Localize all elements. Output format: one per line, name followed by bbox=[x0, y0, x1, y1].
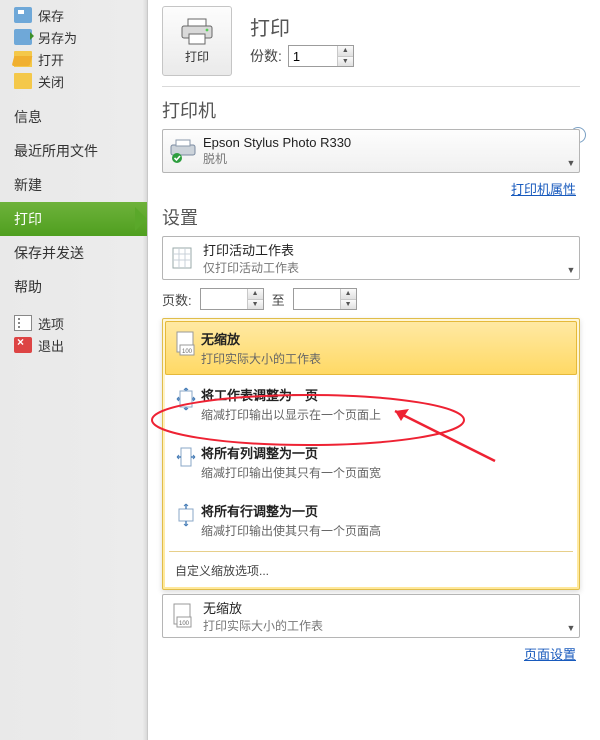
sheets-combo-desc: 仅打印活动工作表 bbox=[203, 259, 563, 276]
page-100-icon: 100 bbox=[172, 603, 194, 629]
pages-to-spinner[interactable]: ▲▼ bbox=[293, 288, 357, 310]
scaling-option-title: 将所有行调整为一页 bbox=[201, 501, 571, 520]
spinner-up-icon[interactable]: ▲ bbox=[341, 289, 356, 300]
copies-input[interactable] bbox=[289, 46, 337, 66]
nav-label: 信息 bbox=[14, 107, 42, 127]
scaling-option-desc: 缩减打印输出使其只有一个页面高 bbox=[201, 522, 571, 539]
chevron-down-icon[interactable]: ▼ bbox=[563, 623, 579, 637]
svg-text:100: 100 bbox=[179, 621, 190, 627]
print-pane: 打印 打印 份数: ▲ ▼ 打印机 i bbox=[148, 0, 600, 740]
nav-label: 打开 bbox=[38, 50, 64, 69]
nav-help[interactable]: 帮助 bbox=[0, 270, 147, 304]
spinner-down-icon[interactable]: ▼ bbox=[338, 57, 353, 67]
nav-label: 保存 bbox=[38, 6, 64, 25]
nav-close[interactable]: 关闭 bbox=[0, 70, 147, 92]
printer-properties-link[interactable]: 打印机属性 bbox=[162, 179, 576, 198]
nav-label: 关闭 bbox=[38, 72, 64, 91]
nav-save-send[interactable]: 保存并发送 bbox=[0, 236, 147, 270]
fit-columns-icon bbox=[174, 445, 198, 471]
pages-from-input[interactable] bbox=[201, 289, 247, 309]
scaling-option-title: 将所有列调整为一页 bbox=[201, 443, 571, 462]
settings-section-title: 设置 bbox=[162, 204, 600, 230]
sheets-icon bbox=[170, 245, 196, 271]
nav-label: 新建 bbox=[14, 175, 42, 195]
options-icon bbox=[14, 315, 32, 331]
scaling-dropdown: 100 无缩放 打印实际大小的工作表 将工作表调整为一页 缩减打印输出以显示在一… bbox=[162, 318, 580, 590]
scaling-option-desc: 缩减打印输出以显示在一个页面上 bbox=[201, 406, 571, 423]
pages-label: 页数: bbox=[162, 290, 192, 309]
backstage-nav: 保存 另存为 打开 关闭 信息 最近所用文件 新建 打印 保存并发送 bbox=[0, 0, 148, 740]
print-sheets-combo[interactable]: 打印活动工作表 仅打印活动工作表 ▼ bbox=[162, 236, 580, 280]
spinner-up-icon[interactable]: ▲ bbox=[248, 289, 263, 300]
printer-name: Epson Stylus Photo R330 bbox=[203, 135, 563, 150]
fit-rows-icon bbox=[174, 503, 198, 529]
svg-text:100: 100 bbox=[182, 349, 193, 355]
nav-options[interactable]: 选项 bbox=[0, 312, 147, 334]
close-icon bbox=[14, 73, 32, 89]
save-icon bbox=[14, 7, 32, 23]
nav-label: 帮助 bbox=[14, 277, 42, 297]
nav-print[interactable]: 打印 bbox=[0, 202, 147, 236]
scaling-option-fit-rows[interactable]: 将所有行调整为一页 缩减打印输出使其只有一个页面高 bbox=[165, 491, 577, 549]
nav-save-as[interactable]: 另存为 bbox=[0, 26, 147, 48]
printer-section-title: 打印机 bbox=[162, 97, 600, 123]
scaling-option-fit-columns[interactable]: 将所有列调整为一页 缩减打印输出使其只有一个页面宽 bbox=[165, 433, 577, 491]
save-as-icon bbox=[14, 29, 32, 45]
scaling-current-desc: 打印实际大小的工作表 bbox=[203, 617, 563, 634]
scaling-option-title: 将工作表调整为一页 bbox=[201, 385, 571, 404]
nav-label: 保存并发送 bbox=[14, 243, 84, 263]
scaling-combo[interactable]: 100 无缩放 打印实际大小的工作表 ▼ bbox=[162, 594, 580, 638]
scaling-option-desc: 缩减打印输出使其只有一个页面宽 bbox=[201, 464, 571, 481]
chevron-down-icon[interactable]: ▼ bbox=[563, 158, 579, 172]
scaling-option-no-scaling[interactable]: 100 无缩放 打印实际大小的工作表 bbox=[165, 321, 577, 375]
scaling-option-desc: 打印实际大小的工作表 bbox=[201, 350, 571, 367]
nav-label: 打印 bbox=[14, 209, 42, 229]
nav-label: 退出 bbox=[38, 336, 64, 355]
open-icon bbox=[14, 51, 32, 67]
sheets-combo-title: 打印活动工作表 bbox=[203, 240, 563, 259]
chevron-down-icon[interactable]: ▼ bbox=[563, 265, 579, 279]
nav-new[interactable]: 新建 bbox=[0, 168, 147, 202]
pages-from-spinner[interactable]: ▲▼ bbox=[200, 288, 264, 310]
page-setup-link[interactable]: 页面设置 bbox=[162, 644, 576, 663]
print-button[interactable]: 打印 bbox=[162, 6, 232, 76]
printer-status: 脱机 bbox=[203, 150, 563, 167]
pages-to-input[interactable] bbox=[294, 289, 340, 309]
printer-combo[interactable]: Epson Stylus Photo R330 脱机 ▼ bbox=[162, 129, 580, 173]
printer-icon bbox=[180, 18, 214, 46]
scaling-current-title: 无缩放 bbox=[203, 598, 563, 617]
scaling-custom[interactable]: 自定义缩放选项... bbox=[165, 554, 577, 587]
nav-label: 最近所用文件 bbox=[14, 141, 98, 161]
nav-save[interactable]: 保存 bbox=[0, 4, 147, 26]
nav-label: 选项 bbox=[38, 314, 64, 333]
spinner-up-icon[interactable]: ▲ bbox=[338, 46, 353, 57]
pages-to-label: 至 bbox=[272, 290, 285, 309]
print-title: 打印 bbox=[250, 12, 354, 41]
nav-recent[interactable]: 最近所用文件 bbox=[0, 134, 147, 168]
spinner-down-icon[interactable]: ▼ bbox=[341, 300, 356, 310]
spinner-down-icon[interactable]: ▼ bbox=[248, 300, 263, 310]
nav-exit[interactable]: 退出 bbox=[0, 334, 147, 356]
page-100-icon: 100 bbox=[175, 331, 197, 357]
copies-label: 份数: bbox=[250, 46, 282, 66]
exit-icon bbox=[14, 337, 32, 353]
scaling-option-title: 无缩放 bbox=[201, 329, 571, 348]
printer-status-icon bbox=[169, 139, 197, 163]
copies-spinner[interactable]: ▲ ▼ bbox=[288, 45, 354, 67]
fit-page-icon bbox=[174, 387, 198, 413]
scaling-option-fit-sheet[interactable]: 将工作表调整为一页 缩减打印输出以显示在一个页面上 bbox=[165, 375, 577, 433]
nav-label: 另存为 bbox=[38, 28, 77, 47]
nav-open[interactable]: 打开 bbox=[0, 48, 147, 70]
print-button-label: 打印 bbox=[185, 48, 209, 65]
nav-info[interactable]: 信息 bbox=[0, 100, 147, 134]
